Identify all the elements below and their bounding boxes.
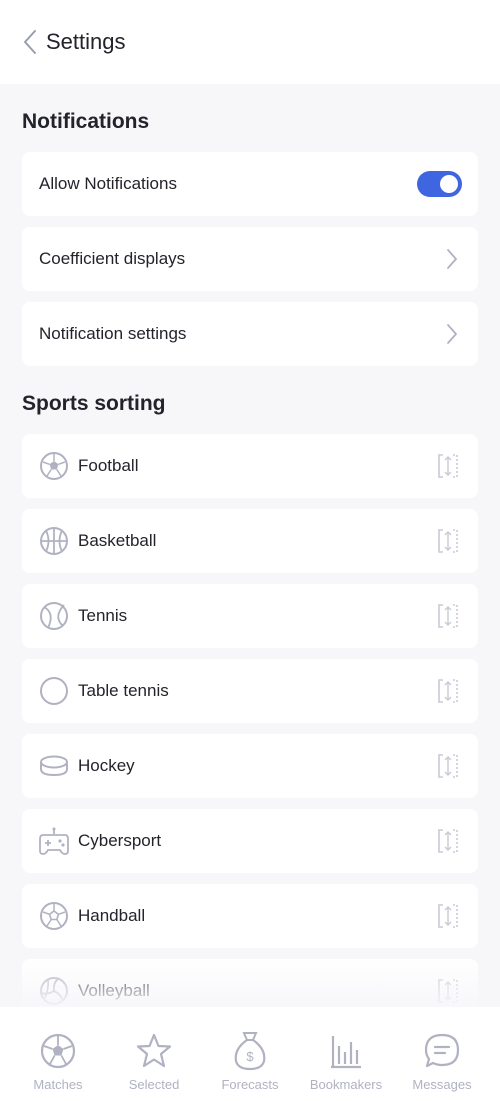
- drag-handle-icon[interactable]: [435, 826, 461, 856]
- table-tennis-icon: [39, 676, 69, 706]
- sport-row-cybersport[interactable]: Cybersport: [22, 809, 478, 873]
- tennis-icon: [39, 601, 69, 631]
- drag-handle-icon[interactable]: [435, 976, 461, 1006]
- toggle-knob: [440, 175, 458, 193]
- drag-handle-icon[interactable]: [435, 451, 461, 481]
- hockey-puck-icon: [39, 751, 69, 781]
- tab-selected[interactable]: Selected: [106, 1007, 202, 1092]
- page-title: Settings: [46, 29, 126, 54]
- tab-label: Messages: [412, 1077, 472, 1092]
- sport-row-tennis[interactable]: Tennis: [22, 584, 478, 648]
- sport-label: Tennis: [78, 606, 128, 625]
- drag-handle-icon[interactable]: [435, 901, 461, 931]
- ball-icon: [38, 1031, 78, 1071]
- sport-label: Hockey: [78, 756, 135, 775]
- tab-forecasts[interactable]: $ Forecasts: [202, 1007, 298, 1092]
- back-button[interactable]: [10, 22, 50, 62]
- sport-row-basketball[interactable]: Basketball: [22, 509, 478, 573]
- coefficient-displays-label: Coefficient displays: [39, 249, 186, 268]
- football-icon: [39, 451, 69, 481]
- sport-row-handball[interactable]: Handball: [22, 884, 478, 948]
- allow-notifications-label: Allow Notifications: [39, 174, 177, 193]
- chevron-right-icon: [442, 320, 462, 348]
- sport-row-hockey[interactable]: Hockey: [22, 734, 478, 798]
- drag-handle-icon[interactable]: [435, 526, 461, 556]
- sport-row-table-tennis[interactable]: Table tennis: [22, 659, 478, 723]
- allow-notifications-toggle[interactable]: [417, 171, 462, 197]
- basketball-icon: [39, 526, 69, 556]
- sport-label: Football: [78, 456, 139, 475]
- tab-label: Forecasts: [221, 1077, 279, 1092]
- tab-messages[interactable]: Messages: [394, 1007, 490, 1092]
- gamepad-icon: [39, 826, 69, 856]
- bottom-tab-bar: Matches Selected $ Forecasts Bookmakers …: [0, 1007, 500, 1101]
- sport-label: Table tennis: [78, 681, 169, 700]
- chat-icon: [422, 1031, 462, 1071]
- tab-bookmakers[interactable]: Bookmakers: [298, 1007, 394, 1092]
- volleyball-icon: [39, 976, 69, 1006]
- coefficient-displays-row[interactable]: Coefficient displays: [22, 227, 478, 291]
- sport-label: Basketball: [78, 531, 157, 550]
- sport-label: Handball: [78, 906, 146, 925]
- chevron-left-icon: [24, 30, 36, 54]
- top-bar: Settings: [0, 0, 500, 84]
- sport-label: Cybersport: [78, 831, 162, 850]
- tab-label: Selected: [128, 1077, 180, 1092]
- tab-label: Matches: [33, 1077, 83, 1092]
- drag-handle-icon[interactable]: [435, 601, 461, 631]
- drag-handle-icon[interactable]: [435, 751, 461, 781]
- star-icon: [134, 1031, 174, 1071]
- drag-handle-icon[interactable]: [435, 676, 461, 706]
- sports-sorting-section-title: Sports sorting: [22, 392, 166, 415]
- bar-chart-icon: [326, 1031, 366, 1071]
- sport-label: Volleyball: [78, 981, 150, 1000]
- handball-icon: [39, 901, 69, 931]
- money-bag-icon: $: [230, 1031, 270, 1071]
- allow-notifications-row: Allow Notifications: [22, 152, 478, 216]
- notifications-section-title: Notifications: [22, 110, 150, 133]
- sport-row-volleyball[interactable]: Volleyball: [22, 959, 478, 1007]
- chevron-right-icon: [442, 245, 462, 273]
- svg-text:$: $: [246, 1049, 254, 1064]
- tab-matches[interactable]: Matches: [10, 1007, 106, 1092]
- notification-settings-row[interactable]: Notification settings: [22, 302, 478, 366]
- notification-settings-label: Notification settings: [39, 324, 187, 343]
- sport-row-football[interactable]: Football: [22, 434, 478, 498]
- tab-label: Bookmakers: [309, 1077, 383, 1092]
- settings-content[interactable]: Notifications Allow Notifications Coeffi…: [0, 84, 500, 1007]
